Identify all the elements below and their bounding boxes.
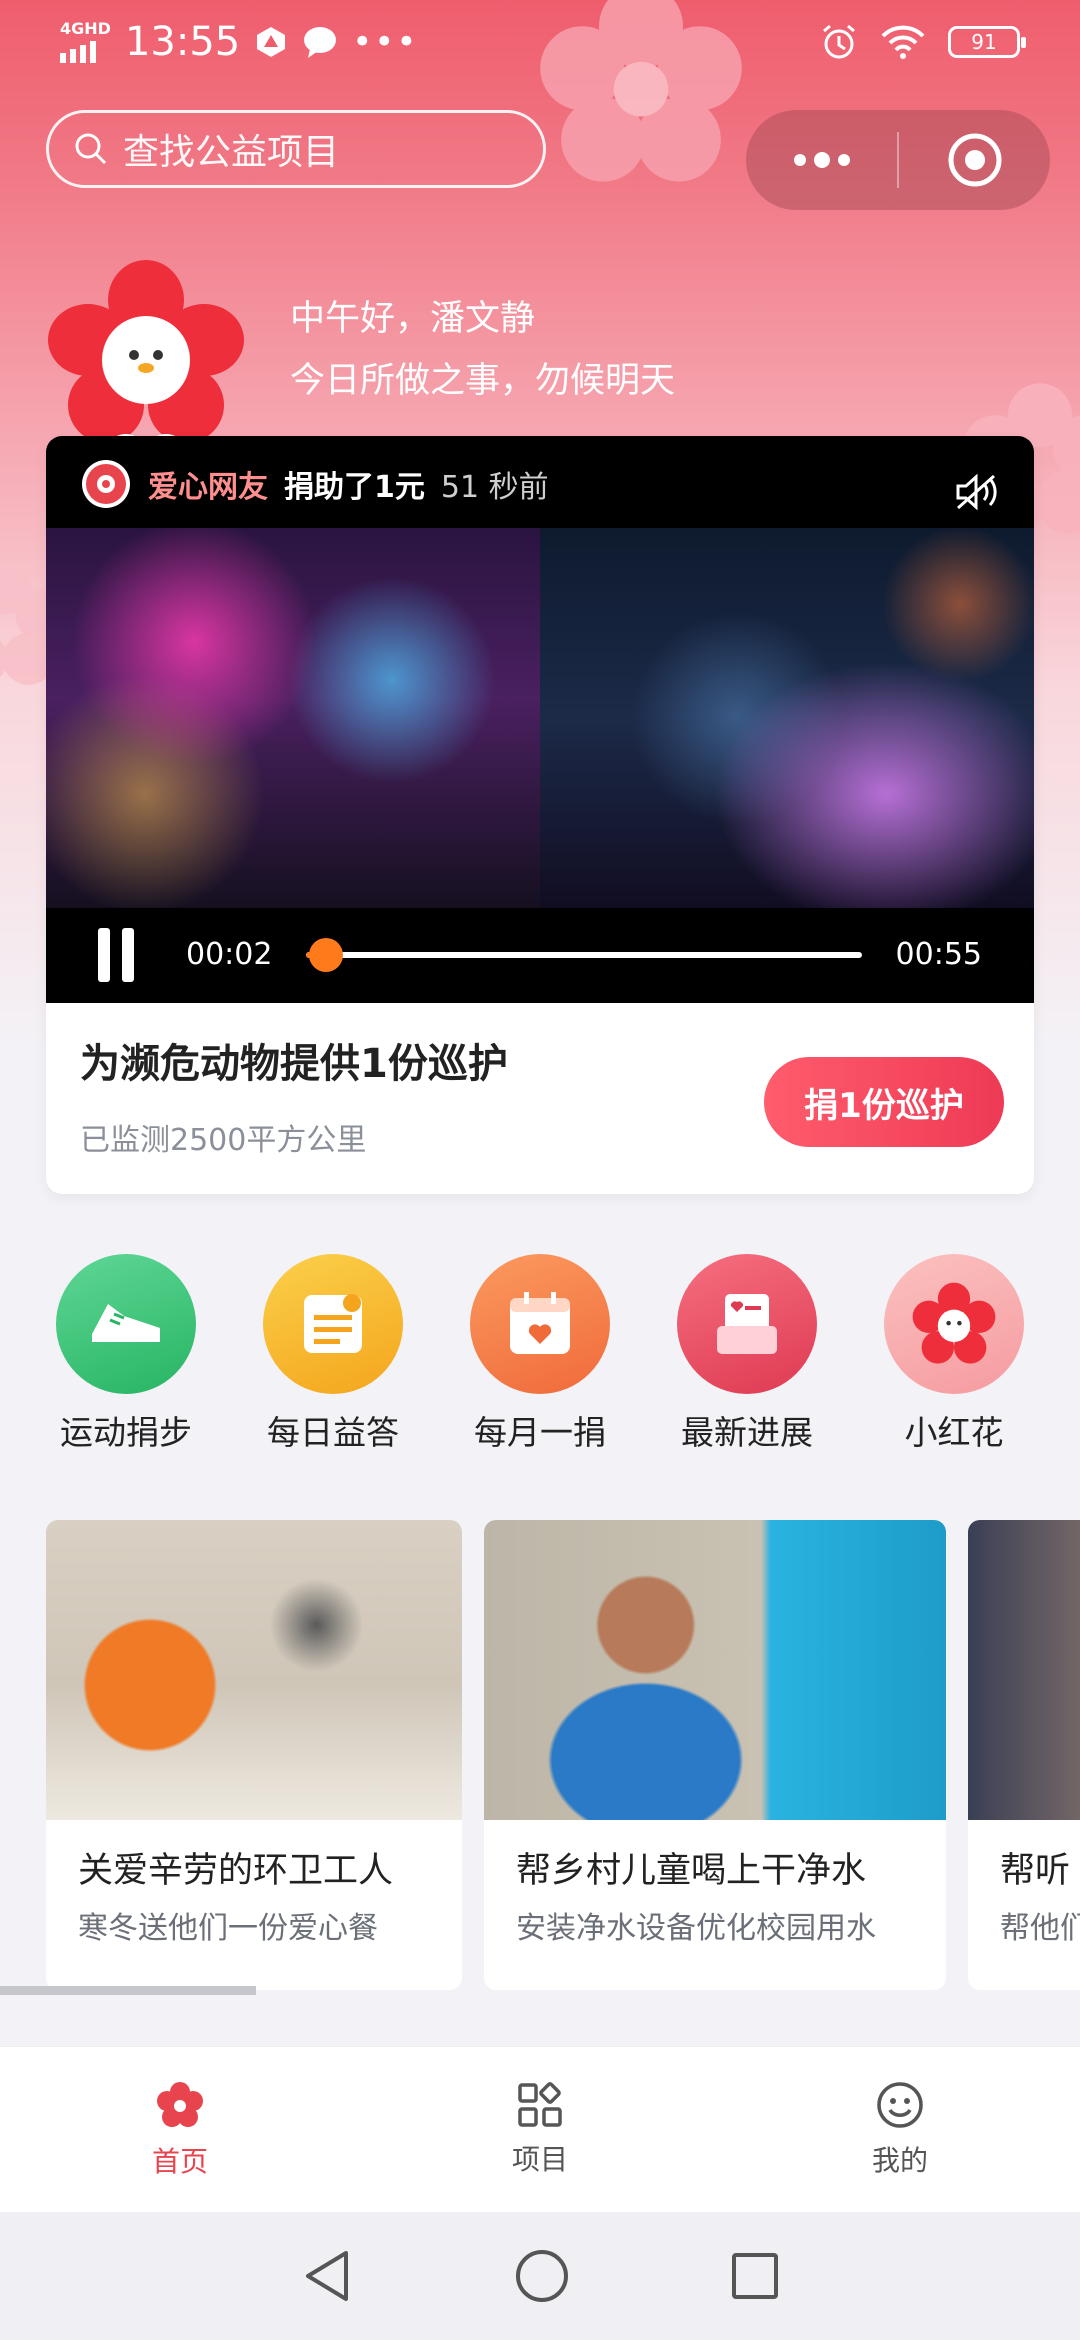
sneaker-icon — [56, 1254, 196, 1394]
message-icon — [304, 27, 337, 58]
recents-icon[interactable] — [730, 2251, 780, 2301]
greeting-line-2: 今日所做之事，勿候明天 — [290, 361, 676, 401]
quick-entry-quiz[interactable]: 每日益答 — [237, 1254, 429, 1454]
quick-entry-label: 每日益答 — [267, 1413, 399, 1452]
grid-apps-icon — [518, 2081, 562, 2127]
greeting-line-1: 中午好，潘文静 — [290, 299, 536, 339]
battery-indicator: 91 — [948, 26, 1026, 58]
project-info: 为濒危动物提供1份巡护 已监测2500平方公里 捐1份巡护 — [46, 1003, 1034, 1194]
video-frame-city-night — [46, 528, 540, 908]
more-menu-button[interactable] — [746, 110, 897, 210]
alarm-icon — [823, 24, 855, 59]
miniprogram-capsule — [746, 110, 1050, 210]
project-card[interactable]: 关爱辛劳的环卫工人 寒冬送他们一份爱心餐 — [46, 1520, 462, 1990]
target-close-icon — [948, 133, 1001, 187]
progress-knob[interactable] — [309, 937, 344, 972]
tab-label: 我的 — [871, 2143, 928, 2177]
status-bar: 4GHD 13:55 ••• 91 — [0, 0, 1080, 84]
back-icon[interactable] — [300, 2247, 354, 2305]
duration: 00:55 — [895, 937, 982, 972]
search-icon — [75, 133, 107, 165]
close-miniprogram-button[interactable] — [899, 110, 1050, 210]
more-notifications-icon: ••• — [352, 22, 419, 62]
more-dots-icon — [793, 152, 850, 168]
project-title: 帮乡村儿童喝上干净水 — [516, 1851, 867, 1891]
quick-entry-steps[interactable]: 运动捐步 — [30, 1254, 222, 1454]
greeting: 中午好，潘文静 今日所做之事，勿候明天 — [290, 288, 675, 412]
mascot-flower-icon — [48, 260, 244, 450]
quick-entry-label: 小红花 — [904, 1413, 1004, 1452]
mute-icon[interactable] — [954, 472, 1000, 512]
battery-level: 91 — [971, 30, 997, 54]
video-frame-coral-reef — [540, 528, 1034, 908]
smiley-icon — [877, 2081, 923, 2128]
donor-name: 爱心网友 — [148, 470, 268, 505]
tab-projects[interactable]: 项目 — [360, 2047, 720, 2212]
tab-label: 项目 — [511, 2142, 568, 2176]
project-subtitle: 帮他们 — [1000, 1911, 1080, 1946]
quick-entry-label: 每月一捐 — [474, 1413, 606, 1452]
calendar-heart-icon — [470, 1254, 610, 1394]
bottom-tab-bar: 首页 项目 我的 — [0, 2046, 1080, 2212]
search-bar[interactable]: 查找公益项目 — [46, 110, 546, 188]
quick-entry-progress[interactable]: 最新进展 — [651, 1254, 843, 1454]
pause-button[interactable] — [98, 927, 134, 982]
home-icon[interactable] — [514, 2248, 570, 2304]
inbox-heart-icon — [677, 1254, 817, 1394]
project-photo-partial — [968, 1520, 1080, 1820]
tab-home[interactable]: 首页 — [0, 2047, 360, 2212]
quick-entry-monthly[interactable]: 每月一捐 — [444, 1254, 636, 1454]
project-subtitle: 安装净水设备优化校园用水 — [516, 1911, 876, 1946]
quick-entry-label: 运动捐步 — [60, 1413, 192, 1452]
tab-me[interactable]: 我的 — [720, 2047, 1080, 2212]
project-title: 关爱辛劳的环卫工人 — [78, 1851, 394, 1891]
quick-entry-flower[interactable]: 小红花 — [858, 1254, 1050, 1454]
featured-project-card[interactable]: 爱心网友 捐助了1元 51 秒前 00:02 00:55 为濒危动物提供1份巡护… — [46, 436, 1034, 1194]
search-placeholder: 查找公益项目 — [123, 132, 340, 173]
flower-home-icon — [157, 2081, 203, 2127]
red-flower-icon — [884, 1254, 1024, 1394]
video-controls: 00:02 00:55 — [46, 906, 1034, 1003]
quick-entry-label: 最新进展 — [681, 1413, 813, 1452]
donation-time: 51 秒前 — [440, 470, 549, 505]
video-progress-bar[interactable] — [306, 937, 862, 972]
clock: 13:55 — [124, 19, 241, 65]
project-carousel[interactable]: 关爱辛劳的环卫工人 寒冬送他们一份爱心餐 帮乡村儿童喝上干净水 安装净水设备优化… — [46, 1520, 1080, 1990]
quiz-doc-icon — [263, 1254, 403, 1394]
quick-entry-row: 运动捐步 每日益答 每月一捐 最新进展 小红花 — [0, 1254, 1080, 1454]
project-photo-village-child — [484, 1520, 946, 1820]
donation-action: 捐助了1元 — [284, 470, 425, 505]
network-type: 4GHD — [60, 19, 111, 38]
carousel-scroll-indicator — [0, 1986, 256, 1995]
project-title: 帮听 — [1000, 1851, 1071, 1891]
signal-indicator: 4GHD — [60, 21, 111, 63]
project-subtitle: 寒冬送他们一份爱心餐 — [78, 1911, 378, 1946]
system-navigation-bar — [0, 2212, 1080, 2340]
project-card[interactable]: 帮乡村儿童喝上干净水 安装净水设备优化校园用水 — [484, 1520, 946, 1990]
donate-button[interactable]: 捐1份巡护 — [764, 1057, 1004, 1147]
project-card[interactable]: 帮听 帮他们 — [968, 1520, 1080, 1990]
app-notification-icon — [257, 27, 286, 57]
wifi-icon — [881, 25, 925, 59]
current-time: 00:02 — [186, 937, 273, 972]
signal-bars-icon — [60, 41, 96, 63]
tab-label: 首页 — [151, 2144, 208, 2178]
video-player[interactable]: 爱心网友 捐助了1元 51 秒前 00:02 00:55 — [46, 436, 1034, 1003]
donor-avatar-icon — [82, 460, 130, 508]
project-photo-sanitation-worker — [46, 1520, 462, 1820]
live-donation-ticker: 爱心网友 捐助了1元 51 秒前 — [80, 458, 549, 510]
